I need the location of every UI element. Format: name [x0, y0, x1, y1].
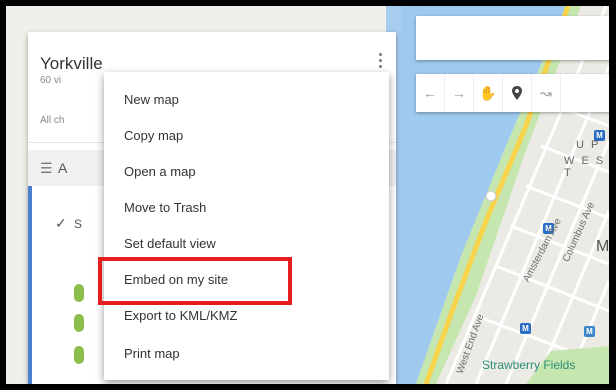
menu-item-set-default-view[interactable]: Set default view	[124, 229, 374, 259]
redo-icon[interactable]: →	[445, 74, 474, 112]
menu-item-export-kml[interactable]: Export to KML/KMZ	[124, 301, 374, 331]
menu-item-print-map[interactable]: Print map	[124, 339, 374, 369]
undo-icon[interactable]: ←	[416, 74, 445, 112]
green-marker-icon[interactable]	[74, 346, 84, 364]
layer-selected-accent	[28, 186, 32, 384]
search-input[interactable]	[416, 16, 609, 60]
more-options-icon[interactable]	[376, 50, 384, 71]
layer-visibility-checkbox[interactable]: ✓	[55, 215, 67, 232]
metro-station-icon[interactable]: M	[520, 323, 531, 334]
menu-item-move-to-trash[interactable]: Move to Trash	[124, 193, 374, 223]
map-toolbar: ← → ✋ ↝	[416, 74, 609, 112]
view-count: 60 vi	[40, 75, 62, 86]
menu-item-copy-map[interactable]: Copy map	[124, 121, 374, 151]
district-label-line2: W E S T	[564, 155, 606, 179]
map-title[interactable]: Yorkville	[40, 54, 103, 74]
map-options-menu: New map Copy map Open a map Move to Tras…	[104, 72, 389, 380]
poi-label-strawberry-fields[interactable]: Strawberry Fields	[482, 358, 575, 372]
line-icon[interactable]: ↝	[532, 74, 561, 112]
screenshot-frame: U P W E S T M M M M M Amsterdam Ave West…	[6, 6, 609, 384]
metro-station-icon[interactable]: M	[594, 130, 605, 141]
district-label-partial: M	[596, 238, 609, 255]
hand-icon[interactable]: ✋	[474, 74, 503, 112]
metro-station-icon[interactable]: M	[584, 326, 595, 337]
menu-item-new-map[interactable]: New map	[124, 85, 374, 115]
menu-item-embed-on-site[interactable]: Embed on my site	[124, 265, 374, 295]
green-marker-icon[interactable]	[74, 284, 84, 302]
green-marker-icon[interactable]	[74, 314, 84, 332]
save-status: All ch	[40, 115, 65, 126]
menu-item-open-map[interactable]: Open a map	[124, 157, 374, 187]
marker-icon[interactable]	[503, 74, 532, 112]
layer-name-label: S	[74, 217, 83, 231]
layers-icon: ☰	[40, 160, 53, 176]
add-layer-label: A	[58, 160, 68, 176]
